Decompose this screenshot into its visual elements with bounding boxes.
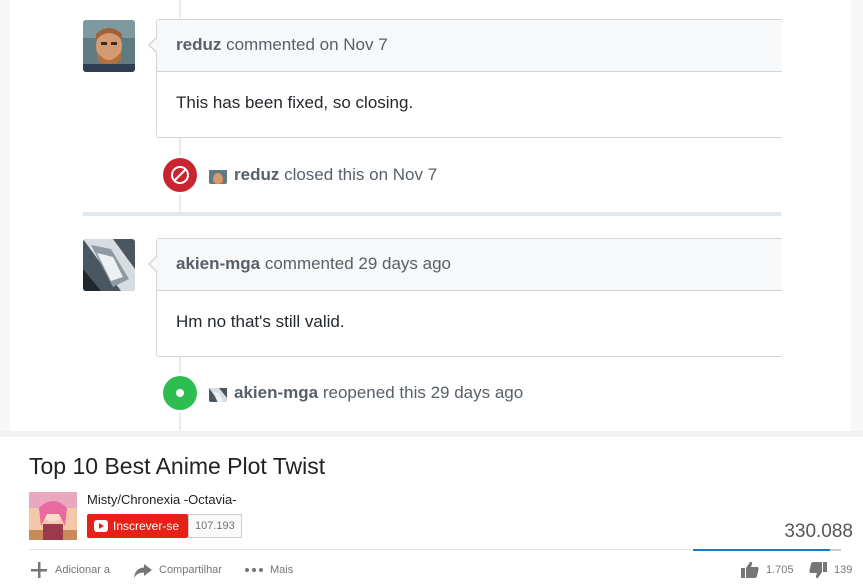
- timeline-event-closed: reduz closed this on Nov 7: [163, 158, 563, 192]
- plus-icon: [31, 562, 47, 578]
- timeline-divider: [83, 212, 781, 216]
- closed-badge: [163, 158, 197, 192]
- page-edge-right: [851, 0, 863, 431]
- event-text: reduz closed this on Nov 7: [234, 158, 437, 192]
- comment-meta[interactable]: commented on Nov 7: [226, 35, 388, 54]
- comment-arrow: [150, 256, 158, 272]
- event-actor-link[interactable]: reduz: [234, 165, 279, 184]
- comment-author-link[interactable]: reduz: [176, 35, 221, 54]
- actions-separator: [29, 549, 691, 550]
- subscribe-label: Inscrever-se: [113, 519, 180, 533]
- share-label: Compartilhar: [159, 564, 222, 576]
- comment-arrow: [150, 37, 158, 53]
- add-to-label: Adicionar a: [55, 564, 111, 576]
- youtube-play-icon: [94, 520, 108, 532]
- comment-body: Hm no that's still valid.: [176, 312, 345, 331]
- avatar[interactable]: [83, 239, 135, 291]
- comment-body: This has been fixed, so closing.: [176, 93, 414, 112]
- page-edge-left: [0, 0, 10, 431]
- dislike-count: 139: [834, 564, 853, 576]
- view-count: 330.088: [784, 521, 853, 542]
- avatar[interactable]: [209, 384, 227, 402]
- avatar[interactable]: [83, 20, 135, 72]
- event-text: akien-mga reopened this 29 days ago: [234, 376, 523, 410]
- thumbs-down-icon: [809, 562, 827, 579]
- subscriber-count: 107.193: [188, 514, 242, 538]
- comment-author-link[interactable]: akien-mga: [176, 254, 260, 273]
- channel-avatar-image: [29, 492, 77, 540]
- video-title: Top 10 Best Anime Plot Twist: [29, 453, 326, 479]
- add-to-button[interactable]: Adicionar a: [29, 560, 119, 580]
- akien-mga-avatar-image: [83, 239, 135, 291]
- like-button[interactable]: 1.705: [740, 560, 800, 580]
- comment-meta[interactable]: commented 29 days ago: [265, 254, 451, 273]
- comment-header: akien-mga commented 29 days ago: [157, 239, 782, 291]
- share-button[interactable]: Compartilhar: [133, 560, 233, 580]
- avatar[interactable]: [209, 166, 227, 184]
- more-button[interactable]: Mais: [244, 560, 304, 580]
- channel-avatar[interactable]: [29, 492, 77, 540]
- video-info-panel: Top 10 Best Anime Plot Twist Misty/Chron…: [12, 437, 863, 584]
- timeline-event-reopened: akien-mga reopened this 29 days ago: [163, 376, 583, 410]
- dot-fill-icon: [176, 389, 184, 397]
- circle-slash-icon: [171, 166, 189, 184]
- reopened-badge: [163, 376, 197, 410]
- issue-timeline: reduz commented on Nov 7 This has been f…: [0, 0, 863, 431]
- more-dots-icon: [245, 568, 263, 572]
- like-count: 1.705: [766, 564, 794, 576]
- comment-card: akien-mga commented 29 days ago Hm no th…: [148, 238, 782, 357]
- dislike-button[interactable]: 139: [808, 560, 858, 580]
- event-description[interactable]: reopened this 29 days ago: [323, 383, 523, 402]
- timeline-rail: [179, 0, 181, 18]
- like-ratio-bar: [693, 549, 841, 551]
- event-actor-link[interactable]: akien-mga: [234, 383, 318, 402]
- share-arrow-icon: [134, 564, 152, 578]
- thumbs-up-icon: [741, 561, 759, 578]
- comment-card: reduz commented on Nov 7 This has been f…: [148, 19, 782, 138]
- subscribe-button[interactable]: Inscrever-se: [87, 514, 189, 538]
- reduz-avatar-image: [209, 170, 227, 184]
- event-description[interactable]: closed this on Nov 7: [284, 165, 437, 184]
- akien-mga-avatar-image: [209, 388, 227, 402]
- comment-header: reduz commented on Nov 7: [157, 20, 782, 72]
- more-label: Mais: [270, 564, 294, 576]
- channel-name-link[interactable]: Misty/Chronexia -Octavia-: [87, 492, 237, 507]
- reduz-avatar-image: [83, 20, 135, 72]
